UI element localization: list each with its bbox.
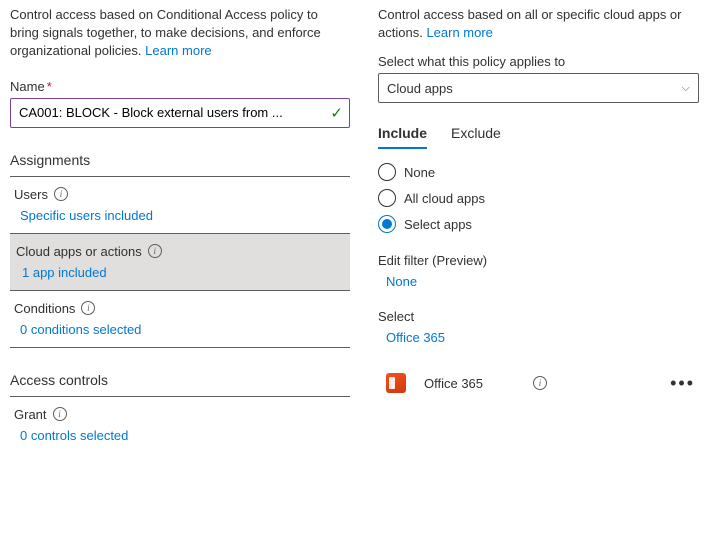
radio-select-label: Select apps [404, 217, 472, 232]
tab-exclude[interactable]: Exclude [451, 125, 501, 149]
app-name: Office 365 [424, 376, 519, 391]
tab-include[interactable]: Include [378, 125, 427, 149]
cloud-apps-label: Cloud apps or actions [16, 244, 142, 259]
required-asterisk: * [47, 79, 52, 94]
radio-none[interactable]: None [378, 163, 699, 181]
access-controls-heading: Access controls [10, 372, 350, 397]
checkmark-icon: ✓ [330, 104, 343, 122]
cloud-apps-value[interactable]: 1 app included [16, 265, 344, 280]
grant-label: Grant [14, 407, 47, 422]
chevron-down-icon: ⌵ [682, 82, 690, 95]
selected-app-row[interactable]: Office 365 i ••• [378, 363, 699, 403]
conditions-item[interactable]: Conditions i 0 conditions selected [10, 291, 350, 348]
cloud-apps-item[interactable]: Cloud apps or actions i 1 app included [10, 234, 350, 291]
info-icon[interactable]: i [53, 407, 67, 421]
select-value[interactable]: Office 365 [378, 330, 699, 345]
info-icon[interactable]: i [148, 244, 162, 258]
info-icon[interactable]: i [54, 187, 68, 201]
users-label: Users [14, 187, 48, 202]
grant-item[interactable]: Grant i 0 controls selected [10, 397, 350, 453]
users-value[interactable]: Specific users included [14, 208, 350, 223]
conditions-label: Conditions [14, 301, 75, 316]
name-input[interactable] [19, 105, 330, 120]
edit-filter-value[interactable]: None [378, 274, 699, 289]
right-intro-text: Control access based on all or specific … [378, 7, 682, 40]
edit-filter-label: Edit filter (Preview) [378, 253, 699, 268]
conditions-value[interactable]: 0 conditions selected [14, 322, 350, 337]
radio-all-cloud-apps[interactable]: All cloud apps [378, 189, 699, 207]
info-icon[interactable]: i [81, 301, 95, 315]
users-item[interactable]: Users i Specific users included [10, 177, 350, 234]
radio-select-apps[interactable]: Select apps [378, 215, 699, 233]
name-input-container[interactable]: ✓ [10, 98, 350, 128]
learn-more-link[interactable]: Learn more [145, 43, 211, 58]
radio-all-label: All cloud apps [404, 191, 485, 206]
grant-value[interactable]: 0 controls selected [14, 428, 350, 443]
name-label: Name [10, 79, 45, 94]
more-icon[interactable]: ••• [670, 373, 695, 394]
learn-more-link[interactable]: Learn more [426, 25, 492, 40]
radio-none-label: None [404, 165, 435, 180]
select-label: Select [378, 309, 699, 324]
assignments-heading: Assignments [10, 152, 350, 177]
dropdown-value: Cloud apps [387, 81, 453, 96]
applies-to-label: Select what this policy applies to [378, 54, 699, 69]
info-icon[interactable]: i [533, 376, 547, 390]
applies-to-dropdown[interactable]: Cloud apps ⌵ [378, 73, 699, 103]
office365-icon [382, 369, 410, 397]
